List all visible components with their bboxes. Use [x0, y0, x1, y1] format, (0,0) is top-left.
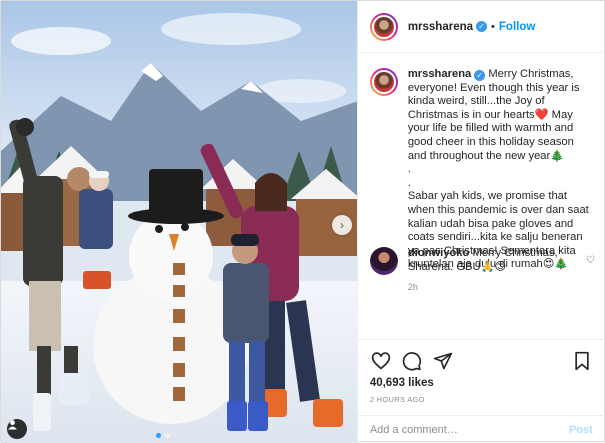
carousel-dot: [165, 433, 170, 438]
avatar[interactable]: [369, 12, 398, 41]
caption: mrssharena ✓ Merry Christmas, everyone! E…: [369, 68, 591, 272]
like-icon[interactable]: [370, 350, 392, 372]
verified-badge-icon: ✓: [474, 70, 486, 81]
bookmark-icon[interactable]: [571, 350, 593, 372]
comment-input[interactable]: [369, 423, 569, 436]
like-comment-icon[interactable]: ♡: [586, 255, 595, 266]
post-side-panel: mrssharena ✓ • Follow mrssharena ✓ Merry …: [356, 1, 605, 443]
post-photo[interactable]: ›: [1, 1, 357, 443]
commenter-avatar[interactable]: [369, 247, 398, 275]
caption-text: mrssharena ✓ Merry Christmas, everyone! E…: [408, 68, 591, 272]
likes-count[interactable]: 40,693 likes: [370, 377, 593, 389]
caption-paragraph: Merry Christmas, everyone! Even though t…: [407, 68, 580, 162]
caption-avatar[interactable]: [369, 68, 398, 96]
post-comment-button[interactable]: Post: [569, 424, 593, 436]
comment-text: dionwiyoko Merry Christmas, Sharena. GBU…: [408, 247, 568, 275]
comment-username[interactable]: dionwiyoko: [408, 247, 470, 259]
caption-dot: .: [407, 163, 411, 176]
add-comment-bar: Post: [357, 415, 605, 443]
share-icon[interactable]: [432, 350, 454, 372]
user-icon: [8, 420, 17, 430]
post-actions: 40,693 likes 2 HOURS AGO: [357, 339, 605, 404]
caption-username[interactable]: mrssharena: [408, 68, 471, 80]
header-separator: •: [491, 20, 495, 33]
comment-item: dionwiyoko Merry Christmas, Sharena. GBU…: [369, 247, 595, 275]
instagram-post: › mrssharena ✓ • Follow mrssharena ✓ Mer…: [0, 0, 605, 443]
post-timestamp[interactable]: 2 HOURS AGO: [370, 395, 593, 404]
header-username[interactable]: mrssharena: [408, 21, 473, 33]
tagged-users-button[interactable]: [7, 419, 27, 439]
carousel-dots: [156, 433, 170, 438]
carousel-dot: [156, 433, 161, 438]
verified-badge-icon: ✓: [476, 21, 488, 32]
caption-dot: .: [407, 176, 411, 189]
action-icons: [370, 348, 593, 374]
photo-illustration: [1, 1, 357, 443]
follow-button[interactable]: Follow: [499, 21, 535, 33]
caption-time: 2h: [407, 281, 418, 292]
comment-icon[interactable]: [401, 350, 423, 372]
post-header: mrssharena ✓ • Follow: [357, 1, 604, 53]
next-photo-button[interactable]: ›: [332, 215, 352, 235]
